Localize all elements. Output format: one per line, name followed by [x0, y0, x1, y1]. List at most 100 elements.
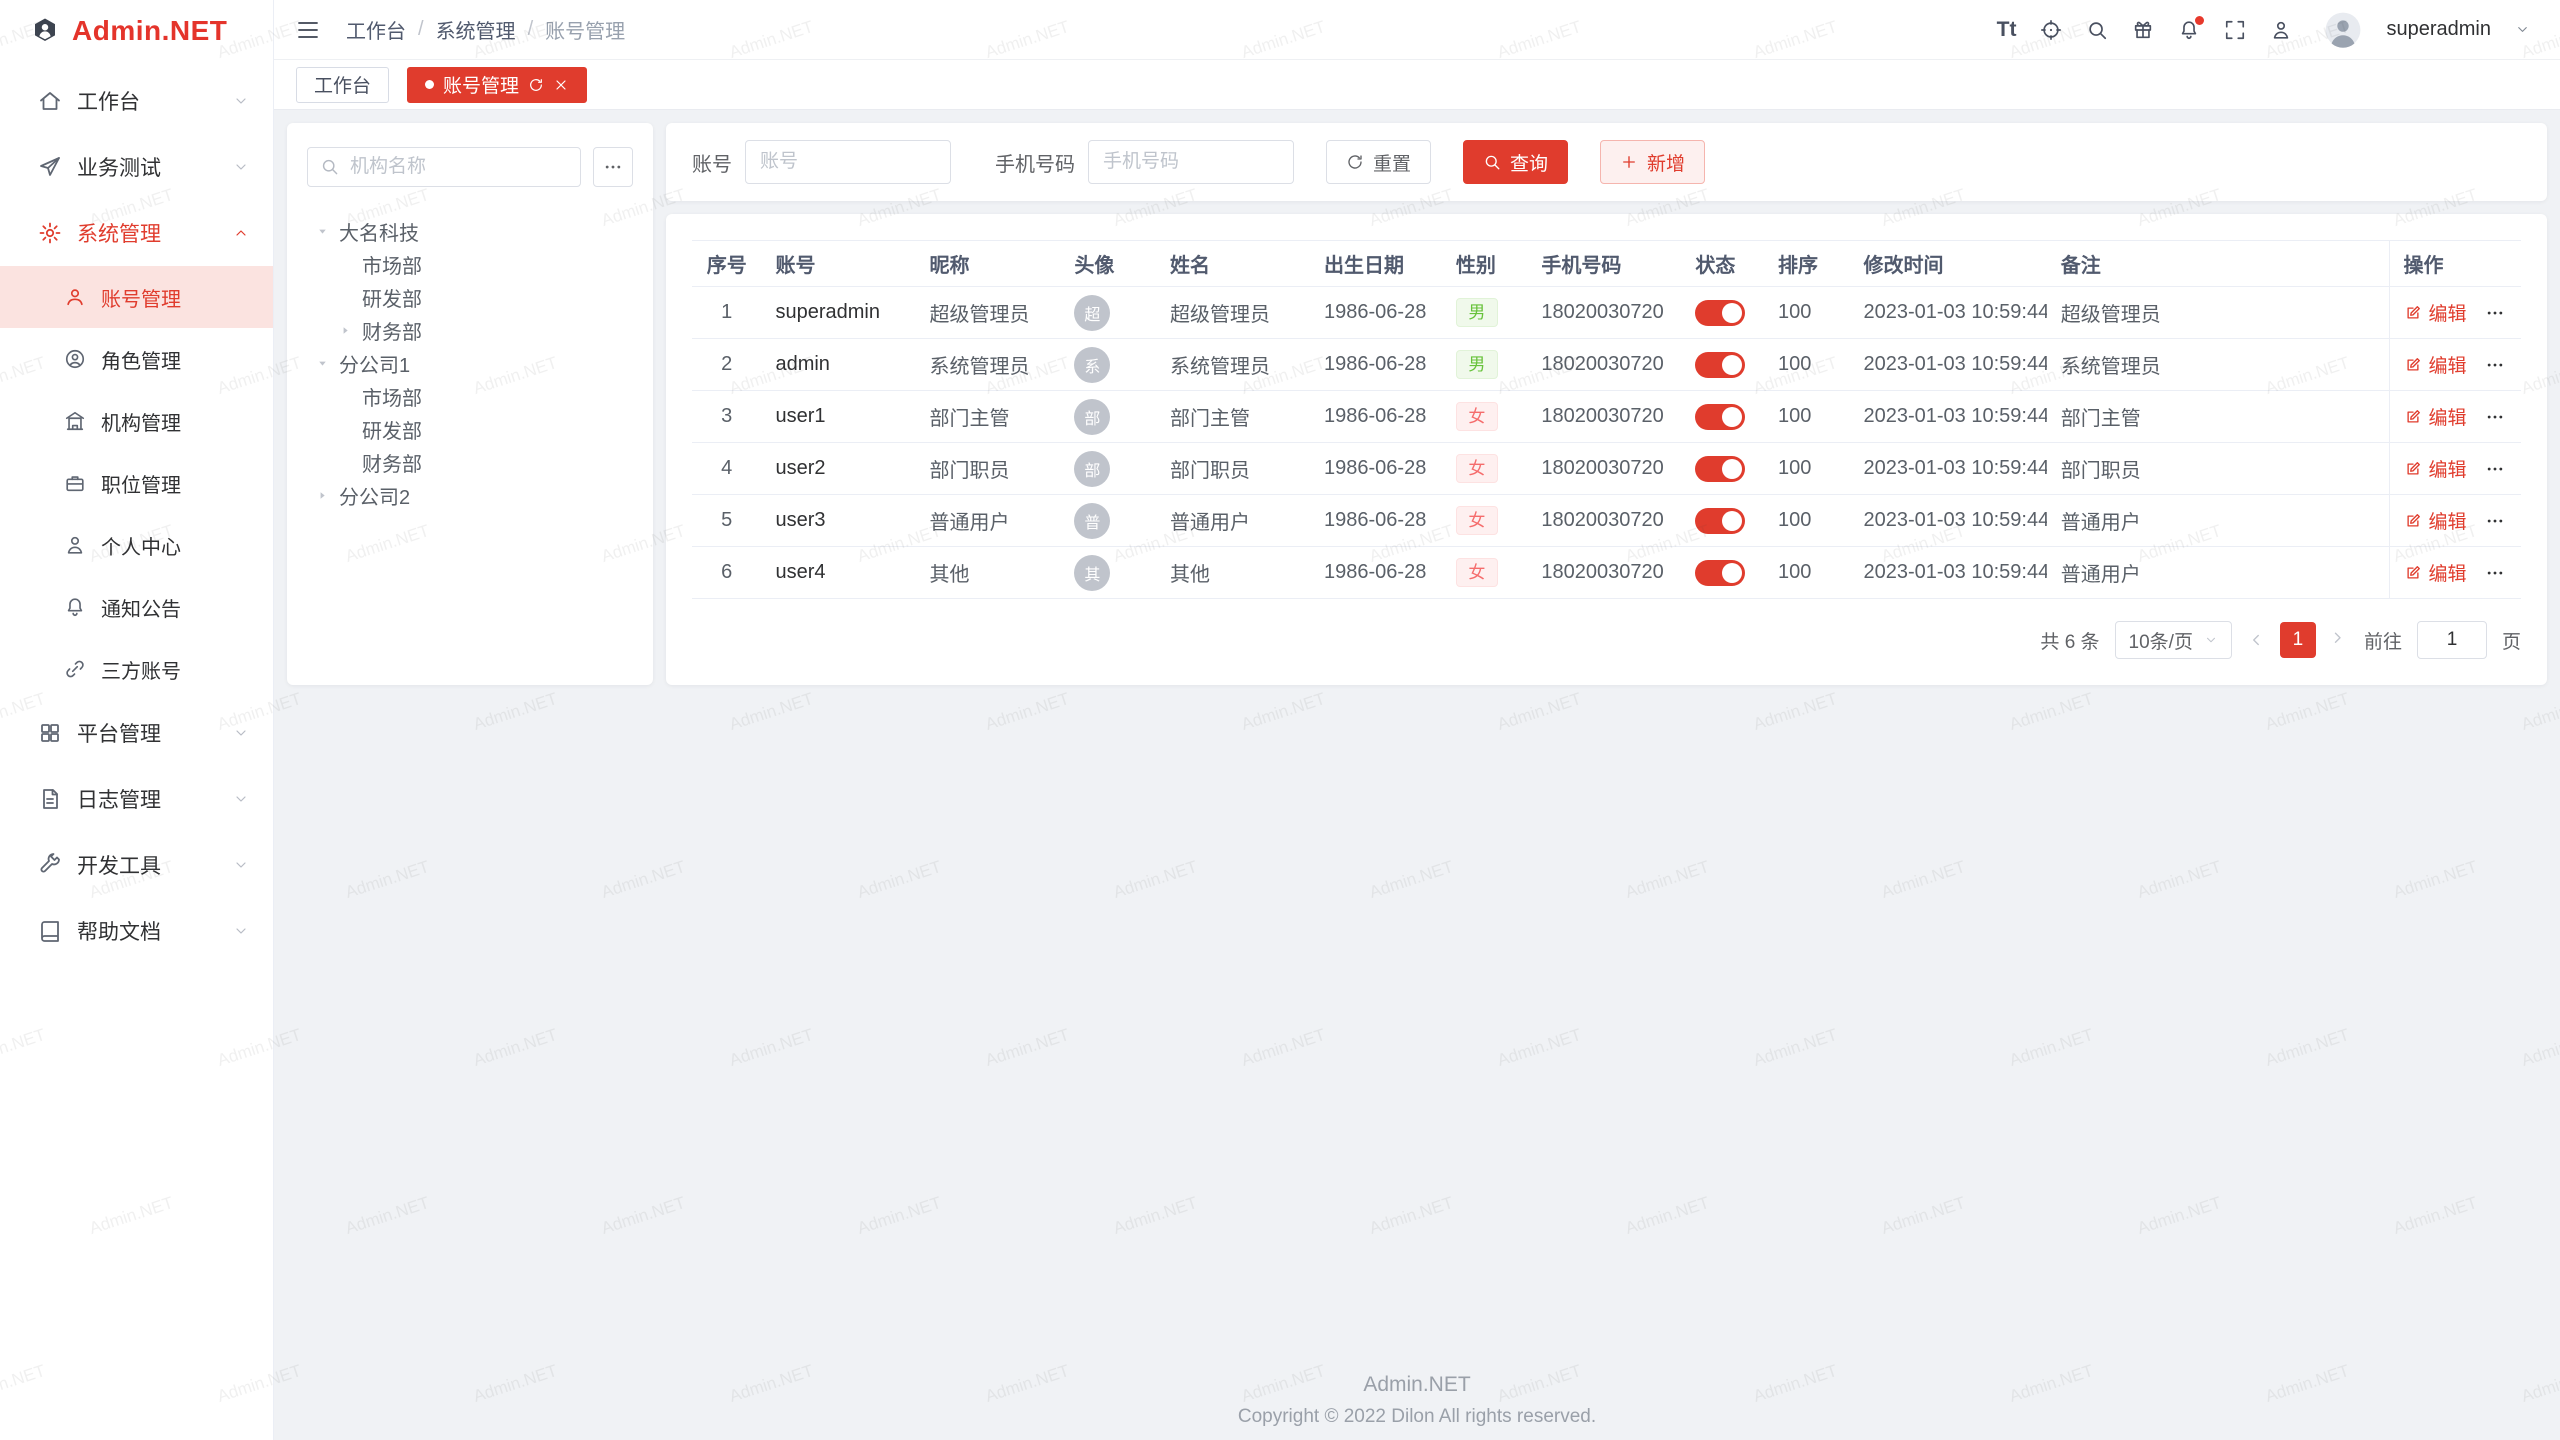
status-toggle[interactable]: [1695, 560, 1745, 586]
sidebar-menu: 工作台业务测试系统管理账号管理角色管理机构管理职位管理个人中心通知公告三方账号平…: [0, 62, 273, 1440]
status-toggle[interactable]: [1695, 300, 1745, 326]
topbar: 工作台/系统管理/账号管理 Tt superadmin: [274, 0, 2560, 60]
chevron-down-icon: [233, 791, 249, 807]
sidebar-item-dev-tools[interactable]: 开发工具: [0, 832, 273, 898]
edit-button[interactable]: 编辑: [2404, 455, 2467, 482]
topbar-actions: Tt superadmin: [1997, 11, 2530, 49]
row-more-button[interactable]: [2485, 563, 2505, 583]
org-search-input[interactable]: [307, 147, 581, 187]
home-icon: [38, 89, 62, 113]
notification-bell-icon[interactable]: [2178, 19, 2200, 41]
status-toggle[interactable]: [1695, 404, 1745, 430]
row-more-button[interactable]: [2485, 303, 2505, 323]
reset-button[interactable]: 重置: [1326, 140, 1431, 184]
tree-node-branch-1[interactable]: 分公司1: [307, 347, 633, 380]
user-avatar[interactable]: [2324, 11, 2362, 49]
chevron-up-icon: [233, 225, 249, 241]
briefcase-icon: [64, 472, 86, 494]
page-1-button[interactable]: 1: [2280, 622, 2316, 658]
tree-node-daming-tech[interactable]: 大名科技: [307, 215, 633, 248]
column-header: 头像: [1060, 241, 1156, 287]
row-more-button[interactable]: [2485, 407, 2505, 427]
add-button[interactable]: 新增: [1600, 140, 1705, 184]
gender-badge: 女: [1456, 402, 1498, 431]
gender-badge: 女: [1456, 454, 1498, 483]
sidebar-item-role-mgmt[interactable]: 角色管理: [0, 328, 273, 390]
row-more-button[interactable]: [2485, 459, 2505, 479]
caret-spacer: [339, 256, 362, 274]
tree-node-rd-dept-1[interactable]: 研发部: [307, 281, 633, 314]
link-icon: [64, 658, 86, 680]
account-input[interactable]: [745, 140, 951, 184]
footer: Admin.NET Copyright © 2022 Dilon All rig…: [274, 1373, 2560, 1428]
row-more-button[interactable]: [2485, 511, 2505, 531]
tree-node-market-dept-1[interactable]: 市场部: [307, 248, 633, 281]
edit-icon: [2404, 408, 2422, 426]
fullscreen-icon[interactable]: [2224, 19, 2246, 41]
sidebar-item-business-test[interactable]: 业务测试: [0, 134, 273, 200]
logo[interactable]: Admin.NET: [0, 0, 273, 62]
goto-page-input[interactable]: [2417, 621, 2487, 659]
chevron-down-icon: [233, 93, 249, 109]
tree-node-finance-dept-2[interactable]: 财务部: [307, 446, 633, 479]
edit-icon: [2404, 564, 2422, 582]
phone-input[interactable]: [1088, 140, 1294, 184]
next-page-button[interactable]: [2331, 631, 2349, 649]
content: 大名科技市场部研发部财务部分公司1市场部研发部财务部分公司2 账号 手机号码 重…: [274, 110, 2560, 1440]
edit-button[interactable]: 编辑: [2404, 299, 2467, 326]
tree-search-row: [307, 147, 633, 187]
column-header: 手机号码: [1527, 241, 1681, 287]
locate-icon[interactable]: [2040, 19, 2062, 41]
status-toggle[interactable]: [1695, 456, 1745, 482]
tree-node-finance-dept-1[interactable]: 财务部: [307, 314, 633, 347]
caret-spacer: [339, 388, 362, 406]
edit-button[interactable]: 编辑: [2404, 403, 2467, 430]
edit-button[interactable]: 编辑: [2404, 351, 2467, 378]
username[interactable]: superadmin: [2386, 18, 2491, 41]
sidebar-item-system-mgmt[interactable]: 系统管理: [0, 200, 273, 266]
menu-collapse-icon[interactable]: [296, 18, 320, 42]
chevron-down-icon: [233, 857, 249, 873]
table-row: 4user2部门职员部部门职员1986-06-28女18020030720100…: [692, 443, 2521, 495]
status-toggle[interactable]: [1695, 508, 1745, 534]
profile-icon[interactable]: [2270, 19, 2292, 41]
phone-label: 手机号码: [995, 148, 1075, 177]
sidebar-item-org-mgmt[interactable]: 机构管理: [0, 390, 273, 452]
theme-icon[interactable]: [2132, 19, 2154, 41]
edit-icon: [2404, 356, 2422, 374]
table-row: 3user1部门主管部部门主管1986-06-28女18020030720100…: [692, 391, 2521, 443]
breadcrumb-item[interactable]: 工作台: [346, 15, 406, 44]
tree-node-branch-2[interactable]: 分公司2: [307, 479, 633, 512]
column-header: 昵称: [915, 241, 1060, 287]
sidebar-item-help-docs[interactable]: 帮助文档: [0, 898, 273, 964]
edit-button[interactable]: 编辑: [2404, 507, 2467, 534]
edit-icon: [2404, 512, 2422, 530]
chevron-down-icon[interactable]: [2515, 22, 2530, 37]
edit-icon: [2404, 460, 2422, 478]
query-button[interactable]: 查询: [1463, 140, 1568, 184]
font-size-icon[interactable]: Tt: [1997, 19, 2017, 41]
tab-1[interactable]: 账号管理: [407, 67, 587, 103]
sidebar-item-third-party-account[interactable]: 三方账号: [0, 638, 273, 700]
page-size-select[interactable]: 10条/页: [2115, 621, 2232, 659]
tab-close-icon[interactable]: [553, 77, 569, 93]
filter-bar: 账号 手机号码 重置 查询: [666, 123, 2547, 201]
tree-node-market-dept-2[interactable]: 市场部: [307, 380, 633, 413]
breadcrumb-item[interactable]: 系统管理: [436, 15, 516, 44]
sidebar-item-personal-center[interactable]: 个人中心: [0, 514, 273, 576]
edit-button[interactable]: 编辑: [2404, 559, 2467, 586]
status-toggle[interactable]: [1695, 352, 1745, 378]
sidebar-item-position-mgmt[interactable]: 职位管理: [0, 452, 273, 514]
sidebar-item-account-mgmt[interactable]: 账号管理: [0, 266, 273, 328]
sidebar-item-workbench[interactable]: 工作台: [0, 68, 273, 134]
tree-node-rd-dept-2[interactable]: 研发部: [307, 413, 633, 446]
tab-refresh-icon[interactable]: [528, 77, 544, 93]
sidebar-item-notice[interactable]: 通知公告: [0, 576, 273, 638]
row-more-button[interactable]: [2485, 355, 2505, 375]
search-icon[interactable]: [2086, 19, 2108, 41]
sidebar-item-platform-mgmt[interactable]: 平台管理: [0, 700, 273, 766]
sidebar-item-log-mgmt[interactable]: 日志管理: [0, 766, 273, 832]
prev-page-button[interactable]: [2247, 631, 2265, 649]
tree-more-button[interactable]: [593, 147, 633, 187]
tab-0[interactable]: 工作台: [296, 67, 389, 103]
